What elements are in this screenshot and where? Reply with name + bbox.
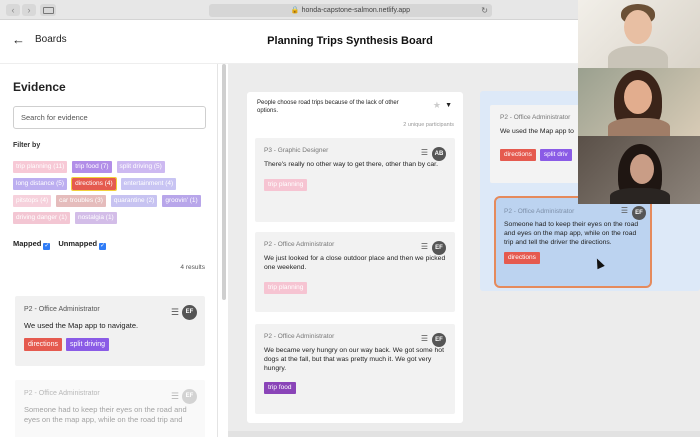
results-count: 4 results — [180, 264, 205, 271]
menu-icon[interactable]: ☰ — [421, 334, 428, 343]
evidence-quote: We used the Map app to navigate. — [24, 321, 139, 330]
unmapped-checkbox[interactable]: Unmapped ✓ — [58, 239, 107, 250]
filter-tag[interactable]: pitstops (4) — [13, 195, 52, 207]
menu-icon[interactable]: ☰ — [421, 148, 428, 157]
tag-split-driving[interactable]: split driving — [65, 338, 109, 351]
tag-directions[interactable]: directions — [24, 338, 62, 351]
browser-forward-button[interactable]: › — [22, 4, 36, 16]
participant-label: P2 - Office Administrator — [264, 241, 335, 248]
filter-tag[interactable]: driving danger (1) — [13, 212, 70, 224]
filter-tag[interactable]: trip food (7) — [72, 161, 112, 173]
evidence-quote: We became very hungry on our way back. W… — [264, 347, 444, 372]
filter-tag[interactable]: long distance (5) — [13, 178, 68, 190]
avatar: EF — [182, 389, 197, 404]
unmapped-label: Unmapped — [58, 239, 98, 248]
filter-tag[interactable]: directions (4) — [71, 177, 117, 191]
insight-column: People choose road trips because of the … — [247, 92, 463, 423]
avatar: AB — [432, 147, 446, 161]
tag-directions[interactable]: directions — [504, 252, 540, 265]
reload-icon[interactable]: ↻ — [481, 4, 488, 17]
menu-icon[interactable]: ☰ — [621, 206, 628, 215]
video-tile-participant-2 — [578, 68, 700, 136]
tag-directions[interactable]: directions — [500, 149, 536, 161]
menu-icon[interactable]: ☰ — [421, 242, 428, 251]
mapped-checkbox[interactable]: Mapped ✓ — [13, 239, 51, 250]
filter-tag[interactable]: car troubles (3) — [56, 195, 106, 207]
tag-trip-food[interactable]: trip food — [264, 382, 296, 395]
avatar: EF — [432, 333, 446, 347]
star-icon[interactable]: ★ — [433, 100, 441, 111]
filter-tag[interactable]: quarantine (2) — [110, 195, 158, 207]
participant-count: 2 unique participants — [403, 122, 454, 128]
evidence-card[interactable]: P2 - Office Administrator ☰ EF Someone h… — [15, 380, 205, 437]
chevron-down-icon[interactable]: ▼ — [445, 102, 452, 109]
search-input[interactable] — [13, 106, 206, 129]
column-title[interactable]: People choose road trips because of the … — [257, 100, 417, 115]
evidence-quote: There's really no other way to get there… — [264, 161, 438, 168]
avatar: EF — [632, 206, 646, 220]
checkbox-checked-icon: ✓ — [43, 243, 51, 250]
filter-tag[interactable]: groovin' (1) — [162, 195, 201, 207]
browser-back-button[interactable]: ‹ — [6, 4, 20, 16]
menu-icon[interactable]: ☰ — [171, 391, 179, 402]
evidence-quote: Someone had to keep their eyes on the ro… — [504, 221, 639, 246]
avatar: EF — [432, 241, 446, 255]
filter-label: Filter by — [13, 142, 41, 149]
evidence-sidebar: Evidence Filter by trip planning (11)tri… — [0, 64, 218, 437]
sidebar-title: Evidence — [13, 80, 66, 94]
address-bar[interactable]: 🔒 honda-capstone-salmon.netlify.app ↻ — [209, 4, 492, 17]
evidence-quote: We just looked for a close outdoor place… — [264, 255, 446, 271]
evidence-note[interactable]: P2 - Office Administrator ☰ EF We became… — [255, 324, 455, 414]
filter-tags: trip planning (11) trip food (7) split dri… — [13, 161, 211, 224]
evidence-note[interactable]: P3 - Graphic Designer ☰ AB There's reall… — [255, 138, 455, 222]
tag-split-driving[interactable]: split driv — [539, 149, 572, 161]
sidebar-scrollbar[interactable] — [222, 64, 226, 300]
url-text: honda-capstone-salmon.netlify.app — [301, 7, 411, 14]
board-horizontal-scrollbar[interactable] — [228, 431, 700, 437]
evidence-card[interactable]: P2 - Office Administrator ☰ EF We used t… — [15, 296, 205, 366]
video-tile-participant-1 — [578, 0, 700, 68]
participant-label: P3 - Graphic Designer — [264, 147, 329, 154]
video-tile-participant-3 — [578, 136, 700, 204]
mapped-filters: Mapped ✓ Unmapped ✓ — [13, 239, 107, 250]
mapped-label: Mapped — [13, 239, 42, 248]
dragging-evidence-card[interactable]: P2 - Office Administrator ☰ EF Someone h… — [494, 196, 652, 288]
tag-trip-planning[interactable]: trip planning — [264, 281, 308, 294]
avatar: EF — [182, 305, 197, 320]
tag-trip-planning[interactable]: trip planning — [264, 178, 308, 191]
menu-icon[interactable]: ☰ — [171, 307, 179, 318]
filter-tag[interactable]: trip planning (11) — [13, 161, 68, 173]
filter-tag[interactable]: entertainment (4) — [120, 178, 177, 190]
filter-tag[interactable]: split driving (5) — [116, 161, 165, 173]
checkbox-checked-icon: ✓ — [99, 243, 107, 250]
evidence-quote: Someone had to keep their eyes on the ro… — [24, 405, 187, 424]
evidence-note[interactable]: P2 - Office Administrator ☰ EF We just l… — [255, 232, 455, 312]
browser-sidebar-icon[interactable] — [40, 4, 56, 16]
filter-tag[interactable]: nostalgia (1) — [74, 212, 117, 224]
participant-label: P2 - Office Administrator — [264, 333, 335, 340]
lock-icon: 🔒 — [290, 7, 300, 14]
